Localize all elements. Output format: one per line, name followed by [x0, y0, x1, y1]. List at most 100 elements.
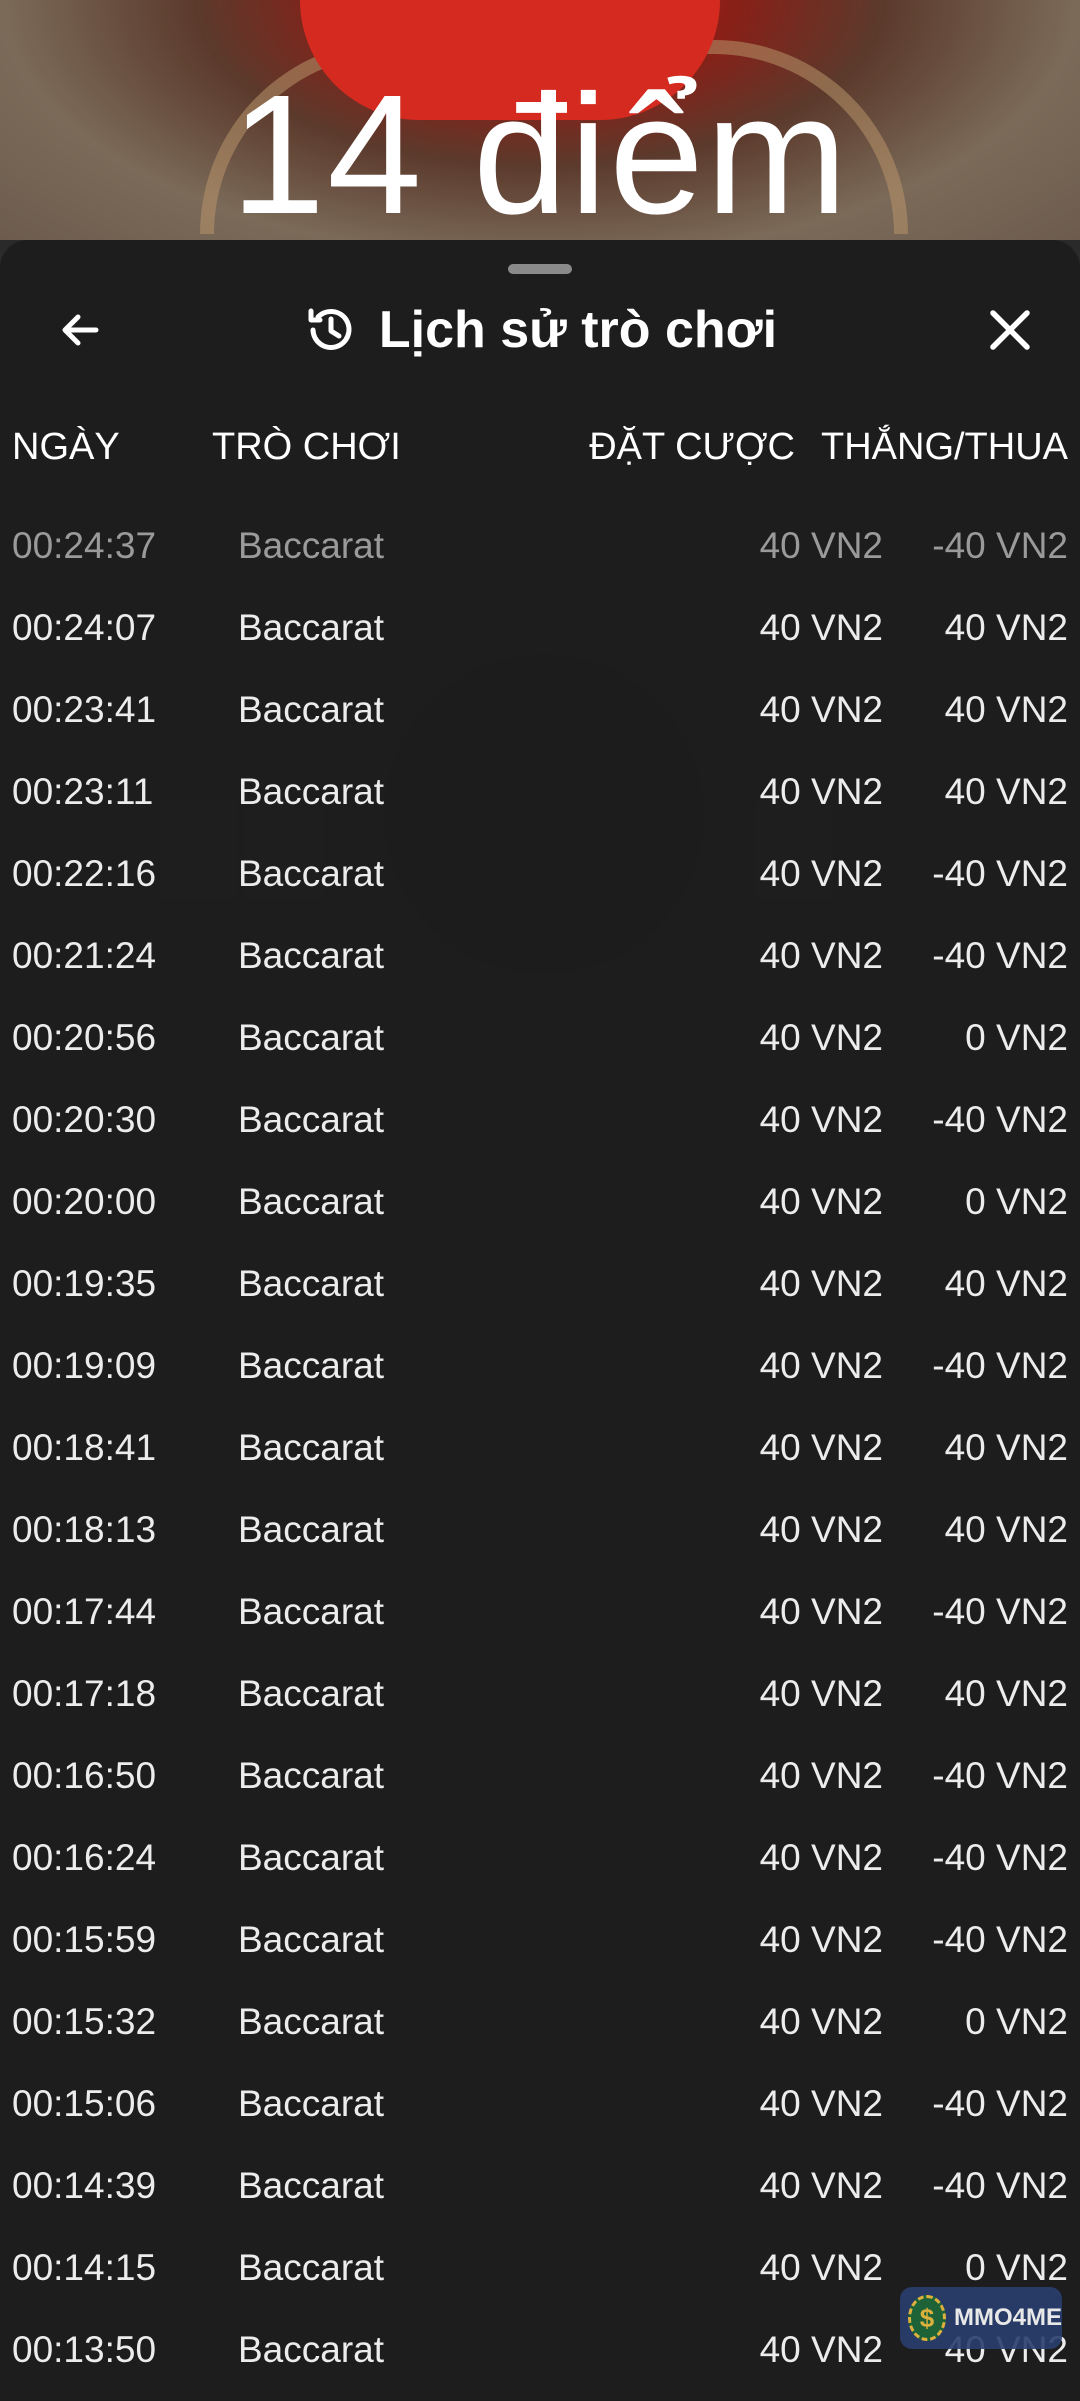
close-icon — [990, 310, 1030, 350]
cell-date: 00:15:32 — [12, 2001, 157, 2042]
cell-game: Baccarat — [238, 1099, 385, 1140]
cell-game: Baccarat — [238, 525, 385, 566]
cell-game: Baccarat — [238, 1345, 385, 1386]
cell-bet: 40 VN2 — [759, 1509, 883, 1550]
cell-date: 00:13:50 — [12, 2329, 157, 2370]
cell-bet: 40 VN2 — [759, 1017, 883, 1058]
title-group: Lịch sử trò chơi — [0, 290, 1080, 370]
cell-game: Baccarat — [238, 1673, 385, 1714]
table-row[interactable]: 00:24:07 Baccarat 40 VN2 40 VN2 — [0, 597, 1080, 679]
cell-game: Baccarat — [238, 771, 385, 812]
table-row[interactable]: 00:23:11 Baccarat 40 VN2 40 VN2 — [0, 761, 1080, 843]
cell-win-loss: 40 VN2 — [944, 689, 1068, 730]
table-row[interactable]: 00:16:50 Baccarat 40 VN2 -40 VN2 — [0, 1745, 1080, 1827]
cell-bet: 40 VN2 — [759, 935, 883, 976]
cell-win-loss: 0 VN2 — [965, 2247, 1068, 2288]
table-row[interactable]: 00:15:32 Baccarat 40 VN2 0 VN2 — [0, 1991, 1080, 2073]
cell-game: Baccarat — [238, 1427, 385, 1468]
cell-game: Baccarat — [238, 2083, 385, 2124]
cell-win-loss: -40 VN2 — [932, 1837, 1068, 1878]
table-row[interactable]: 00:19:35 Baccarat 40 VN2 40 VN2 — [0, 1253, 1080, 1335]
table-row[interactable]: 00:22:16 Baccarat 40 VN2 -40 VN2 — [0, 843, 1080, 925]
cell-win-loss: 40 VN2 — [944, 771, 1068, 812]
cell-bet: 40 VN2 — [759, 2247, 883, 2288]
cell-win-loss: 40 VN2 — [944, 607, 1068, 648]
cell-win-loss: -40 VN2 — [932, 2165, 1068, 2206]
table-row[interactable]: 00:19:09 Baccarat 40 VN2 -40 VN2 — [0, 1335, 1080, 1417]
cell-bet: 40 VN2 — [759, 1673, 883, 1714]
table-row[interactable]: 00:15:59 Baccarat 40 VN2 -40 VN2 — [0, 1909, 1080, 1991]
cell-win-loss: -40 VN2 — [932, 1345, 1068, 1386]
cell-win-loss: 0 VN2 — [965, 1017, 1068, 1058]
cell-game: Baccarat — [238, 607, 385, 648]
table-row[interactable]: 00:18:41 Baccarat 40 VN2 40 VN2 — [0, 1417, 1080, 1499]
cell-game: Baccarat — [238, 1017, 385, 1058]
cell-game: Baccarat — [238, 2165, 385, 2206]
cell-date: 00:22:16 — [12, 853, 157, 894]
cell-date: 00:15:06 — [12, 2083, 157, 2124]
score-overlay: 14 điểm — [230, 60, 850, 250]
cell-date: 00:20:56 — [12, 1017, 157, 1058]
page-title: Lịch sử trò chơi — [378, 301, 778, 359]
cell-game: Baccarat — [238, 1181, 385, 1222]
cell-win-loss: 40 VN2 — [944, 1263, 1068, 1304]
column-header-date: NGÀY — [12, 426, 120, 468]
cell-date: 00:19:35 — [12, 1263, 157, 1304]
cell-bet: 40 VN2 — [759, 2329, 883, 2370]
cell-date: 00:21:24 — [12, 935, 157, 976]
table-row[interactable]: 00:20:00 Baccarat 40 VN2 0 VN2 — [0, 1171, 1080, 1253]
cell-bet: 40 VN2 — [759, 1427, 883, 1468]
dollar-coin-icon: $ — [908, 2295, 946, 2341]
cell-bet: 40 VN2 — [759, 525, 883, 566]
table-row[interactable]: 00:24:37 Baccarat 40 VN2 -40 VN2 — [0, 515, 1080, 597]
cell-bet: 40 VN2 — [759, 1181, 883, 1222]
cell-date: 00:18:13 — [12, 1509, 157, 1550]
cell-bet: 40 VN2 — [759, 689, 883, 730]
cell-date: 00:17:44 — [12, 1591, 157, 1632]
cell-win-loss: 40 VN2 — [944, 1673, 1068, 1714]
cell-win-loss: -40 VN2 — [932, 853, 1068, 894]
cell-game: Baccarat — [238, 1263, 385, 1304]
table-row[interactable]: 00:21:24 Baccarat 40 VN2 -40 VN2 — [0, 925, 1080, 1007]
cell-bet: 40 VN2 — [759, 2083, 883, 2124]
column-header-bet: ĐẶT CƯỢC — [589, 426, 795, 468]
cell-bet: 40 VN2 — [759, 1919, 883, 1960]
cell-bet: 40 VN2 — [759, 1755, 883, 1796]
cell-game: Baccarat — [238, 935, 385, 976]
sheet-drag-handle[interactable] — [508, 264, 572, 274]
cell-date: 00:19:09 — [12, 1345, 157, 1386]
cell-bet: 40 VN2 — [759, 2165, 883, 2206]
table-row[interactable]: 00:16:24 Baccarat 40 VN2 -40 VN2 — [0, 1827, 1080, 1909]
cell-win-loss: 0 VN2 — [965, 1181, 1068, 1222]
table-row[interactable]: 00:15:06 Baccarat 40 VN2 -40 VN2 — [0, 2073, 1080, 2155]
cell-win-loss: 0 VN2 — [965, 2001, 1068, 2042]
cell-win-loss: -40 VN2 — [932, 1591, 1068, 1632]
cell-game: Baccarat — [238, 1919, 385, 1960]
table-header: NGÀY TRÒ CHƠI ĐẶT CƯỢC THẮNG/THUA — [0, 420, 1080, 480]
cell-bet: 40 VN2 — [759, 607, 883, 648]
cell-win-loss: -40 VN2 — [932, 1919, 1068, 1960]
cell-win-loss: -40 VN2 — [932, 1099, 1068, 1140]
cell-bet: 40 VN2 — [759, 1591, 883, 1632]
cell-win-loss: -40 VN2 — [932, 525, 1068, 566]
table-row[interactable]: 00:18:13 Baccarat 40 VN2 40 VN2 — [0, 1499, 1080, 1581]
table-row[interactable]: 00:14:39 Baccarat 40 VN2 -40 VN2 — [0, 2155, 1080, 2237]
cell-date: 00:14:39 — [12, 2165, 157, 2206]
cell-game: Baccarat — [238, 1509, 385, 1550]
cell-date: 00:18:41 — [12, 1427, 157, 1468]
table-row[interactable]: 00:17:44 Baccarat 40 VN2 -40 VN2 — [0, 1581, 1080, 1663]
table-row[interactable]: 00:20:56 Baccarat 40 VN2 0 VN2 — [0, 1007, 1080, 1089]
cell-date: 00:20:30 — [12, 1099, 157, 1140]
close-button[interactable] — [970, 290, 1050, 370]
cell-game: Baccarat — [238, 853, 385, 894]
table-row[interactable]: 00:20:30 Baccarat 40 VN2 -40 VN2 — [0, 1089, 1080, 1171]
watermark-text: MMO4ME — [954, 2304, 1062, 2331]
cell-date: 00:23:41 — [12, 689, 157, 730]
table-row[interactable]: 00:17:18 Baccarat 40 VN2 40 VN2 — [0, 1663, 1080, 1745]
table-row[interactable]: 00:23:41 Baccarat 40 VN2 40 VN2 — [0, 679, 1080, 761]
cell-game: Baccarat — [238, 1837, 385, 1878]
cell-bet: 40 VN2 — [759, 771, 883, 812]
cell-bet: 40 VN2 — [759, 1099, 883, 1140]
cell-win-loss: -40 VN2 — [932, 1755, 1068, 1796]
cell-bet: 40 VN2 — [759, 1837, 883, 1878]
